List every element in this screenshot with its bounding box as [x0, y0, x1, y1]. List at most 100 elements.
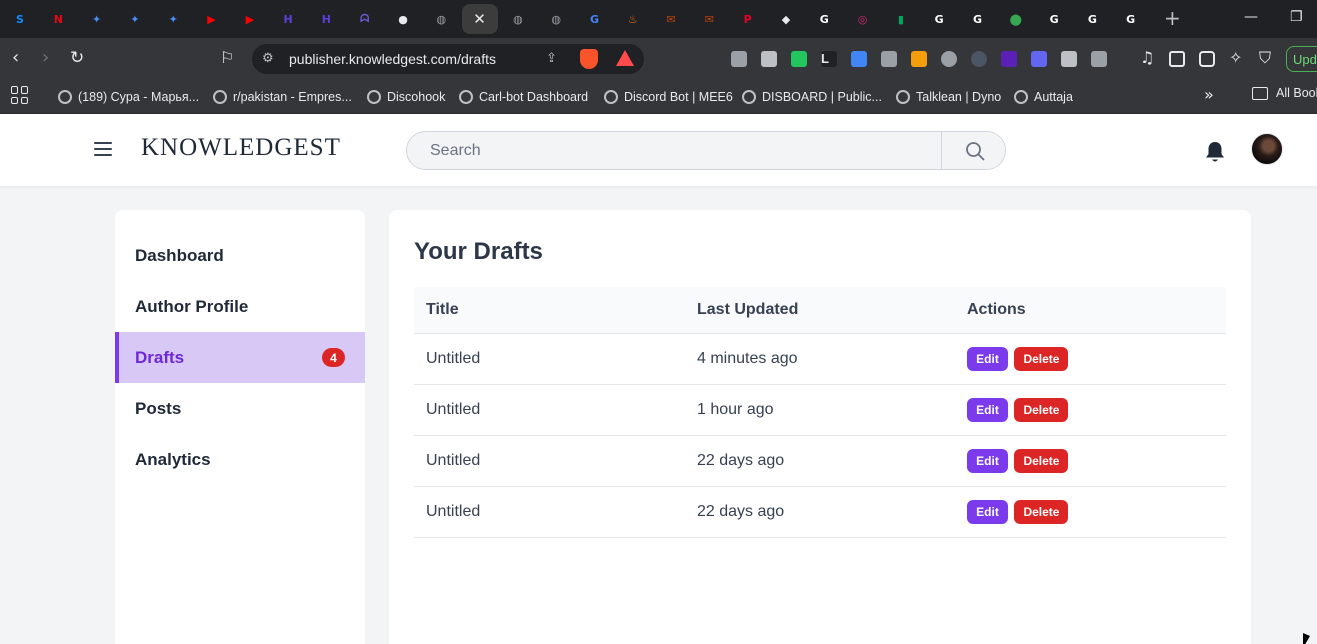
sidebar-item-analytics[interactable]: Analytics	[115, 434, 365, 485]
bookmark-item[interactable]: Carl-bot Dashboard	[459, 86, 588, 108]
edit-button[interactable]: Edit	[967, 499, 1008, 524]
extension-icon[interactable]	[761, 51, 777, 67]
sidebar-toggle-icon[interactable]	[1169, 51, 1185, 67]
globe-extension-icon[interactable]	[941, 51, 957, 67]
active-tab[interactable]: ✕	[461, 4, 498, 34]
edit-button[interactable]: Edit	[967, 397, 1008, 422]
sidebar-item-author-profile[interactable]: Author Profile	[115, 281, 365, 332]
bookmark-item[interactable]: Discohook	[367, 86, 445, 108]
wallet-icon[interactable]	[1199, 51, 1215, 67]
browser-tab[interactable]: ✦	[79, 4, 115, 34]
brave-shields-icon[interactable]	[580, 49, 598, 69]
browser-tab[interactable]: G	[806, 4, 842, 34]
user-avatar[interactable]	[1251, 133, 1283, 165]
sidebar-item-drafts[interactable]: Drafts 4	[115, 332, 365, 383]
google-icon: G	[1049, 12, 1059, 26]
browser-tab[interactable]: S	[2, 4, 38, 34]
new-tab-button[interactable]: +	[1164, 8, 1181, 28]
more-bookmarks-chevron-icon[interactable]: »	[1204, 85, 1214, 104]
camera-extension-icon[interactable]	[731, 51, 747, 67]
update-button[interactable]: Upd	[1286, 46, 1317, 72]
browser-tab[interactable]: P	[730, 4, 766, 34]
browser-tab[interactable]: ✦	[155, 4, 191, 34]
bookmark-item[interactable]: Talklean | Dyno	[896, 86, 1001, 108]
docs-extension-icon[interactable]	[851, 51, 867, 67]
browser-tab[interactable]: G	[577, 4, 613, 34]
leo-ai-icon[interactable]: ✧	[1229, 47, 1242, 69]
globe-icon	[58, 90, 72, 104]
edit-button[interactable]: Edit	[967, 448, 1008, 473]
vpn-shield-icon[interactable]: ⛉	[1259, 47, 1271, 69]
search-input[interactable]	[407, 132, 941, 169]
browser-tab[interactable]: G	[1113, 4, 1149, 34]
extension-icon[interactable]	[1001, 51, 1017, 67]
all-bookmarks-button[interactable]: All Book	[1252, 86, 1317, 100]
site-settings-icon[interactable]: ⚙	[262, 51, 274, 66]
extension-icon[interactable]	[1091, 51, 1107, 67]
browser-tab[interactable]: G	[1074, 4, 1110, 34]
bookmark-item[interactable]: (189) Cypa - Марья...	[58, 86, 199, 108]
sidebar-item-dashboard[interactable]: Dashboard	[115, 230, 365, 281]
menu-hamburger-icon[interactable]	[94, 142, 112, 156]
delete-button[interactable]: Delete	[1014, 397, 1069, 422]
bookmark-item[interactable]: Discord Bot | MEE6	[604, 86, 733, 108]
browser-tab[interactable]: ᗣ	[347, 4, 383, 34]
site-logo[interactable]: KNOWLEDGEST	[141, 134, 341, 162]
browser-tab[interactable]: G	[921, 4, 957, 34]
column-header-title[interactable]: Title	[414, 287, 685, 334]
bookmark-page-icon[interactable]: ⚐	[220, 47, 234, 69]
delete-button[interactable]: Delete	[1014, 346, 1069, 371]
pinterest-icon: P	[743, 12, 752, 26]
delete-button[interactable]: Delete	[1014, 499, 1069, 524]
extension-icon[interactable]	[971, 51, 987, 67]
reload-button[interactable]: ↻	[70, 47, 84, 69]
browser-tab[interactable]: ▶	[194, 4, 230, 34]
sidebar-item-posts[interactable]: Posts	[115, 383, 365, 434]
brave-rewards-icon[interactable]	[616, 50, 634, 66]
forward-button[interactable]: ›	[42, 47, 49, 69]
browser-tab[interactable]: ✉	[653, 4, 689, 34]
restore-window-icon[interactable]: ❐	[1290, 9, 1303, 25]
bookmark-item[interactable]: DISBOARD | Public...	[742, 86, 882, 108]
share-icon[interactable]: ⇪	[546, 51, 557, 66]
drafts-table: Title Last Updated Actions Untitled 4 mi…	[414, 287, 1226, 538]
browser-tab[interactable]: ✦	[117, 4, 153, 34]
browser-tab[interactable]: ▮	[883, 4, 919, 34]
apps-grid-icon[interactable]	[11, 86, 29, 104]
bookmark-item[interactable]: Auttaja	[1014, 86, 1073, 108]
browser-tab[interactable]: ✉	[691, 4, 727, 34]
browser-tab[interactable]: G	[1036, 4, 1072, 34]
browser-tab[interactable]: ▶	[232, 4, 268, 34]
edit-button[interactable]: Edit	[967, 346, 1008, 371]
draft-title-cell: Untitled	[414, 435, 685, 487]
browser-tab[interactable]: ●	[385, 4, 421, 34]
browser-tab[interactable]: ◆	[768, 4, 804, 34]
browser-tab[interactable]: ◍	[538, 4, 574, 34]
browser-tab[interactable]: ◎	[845, 4, 881, 34]
browser-tab[interactable]: H	[308, 4, 344, 34]
close-icon[interactable]: ✕	[473, 10, 486, 28]
extension-icon[interactable]: L	[821, 51, 837, 67]
gemini-icon: ✦	[168, 12, 178, 26]
media-icon[interactable]: ♫	[1140, 47, 1154, 69]
browser-tab[interactable]: ◍	[500, 4, 536, 34]
browser-tab[interactable]: ◍	[423, 4, 459, 34]
extensions-puzzle-icon[interactable]	[1061, 51, 1077, 67]
delete-button[interactable]: Delete	[1014, 448, 1069, 473]
extension-icon[interactable]	[911, 51, 927, 67]
column-header-last-updated[interactable]: Last Updated	[685, 287, 955, 334]
pen-extension-icon[interactable]	[881, 51, 897, 67]
browser-tab[interactable]: H	[270, 4, 306, 34]
search-button[interactable]	[941, 132, 1005, 169]
extension-icon[interactable]	[791, 51, 807, 67]
browser-tab[interactable]: N	[40, 4, 76, 34]
minimize-window-icon[interactable]: —	[1244, 9, 1258, 25]
notification-bell-icon[interactable]	[1204, 140, 1226, 164]
bookmark-item[interactable]: r/pakistan - Empres...	[213, 86, 352, 108]
back-button[interactable]: ‹	[12, 47, 19, 69]
extension-icon[interactable]	[1031, 51, 1047, 67]
browser-tab[interactable]: ⬤	[998, 4, 1034, 34]
draft-title-cell: Untitled	[414, 486, 685, 538]
browser-tab[interactable]: ♨	[615, 4, 651, 34]
browser-tab[interactable]: G	[960, 4, 996, 34]
